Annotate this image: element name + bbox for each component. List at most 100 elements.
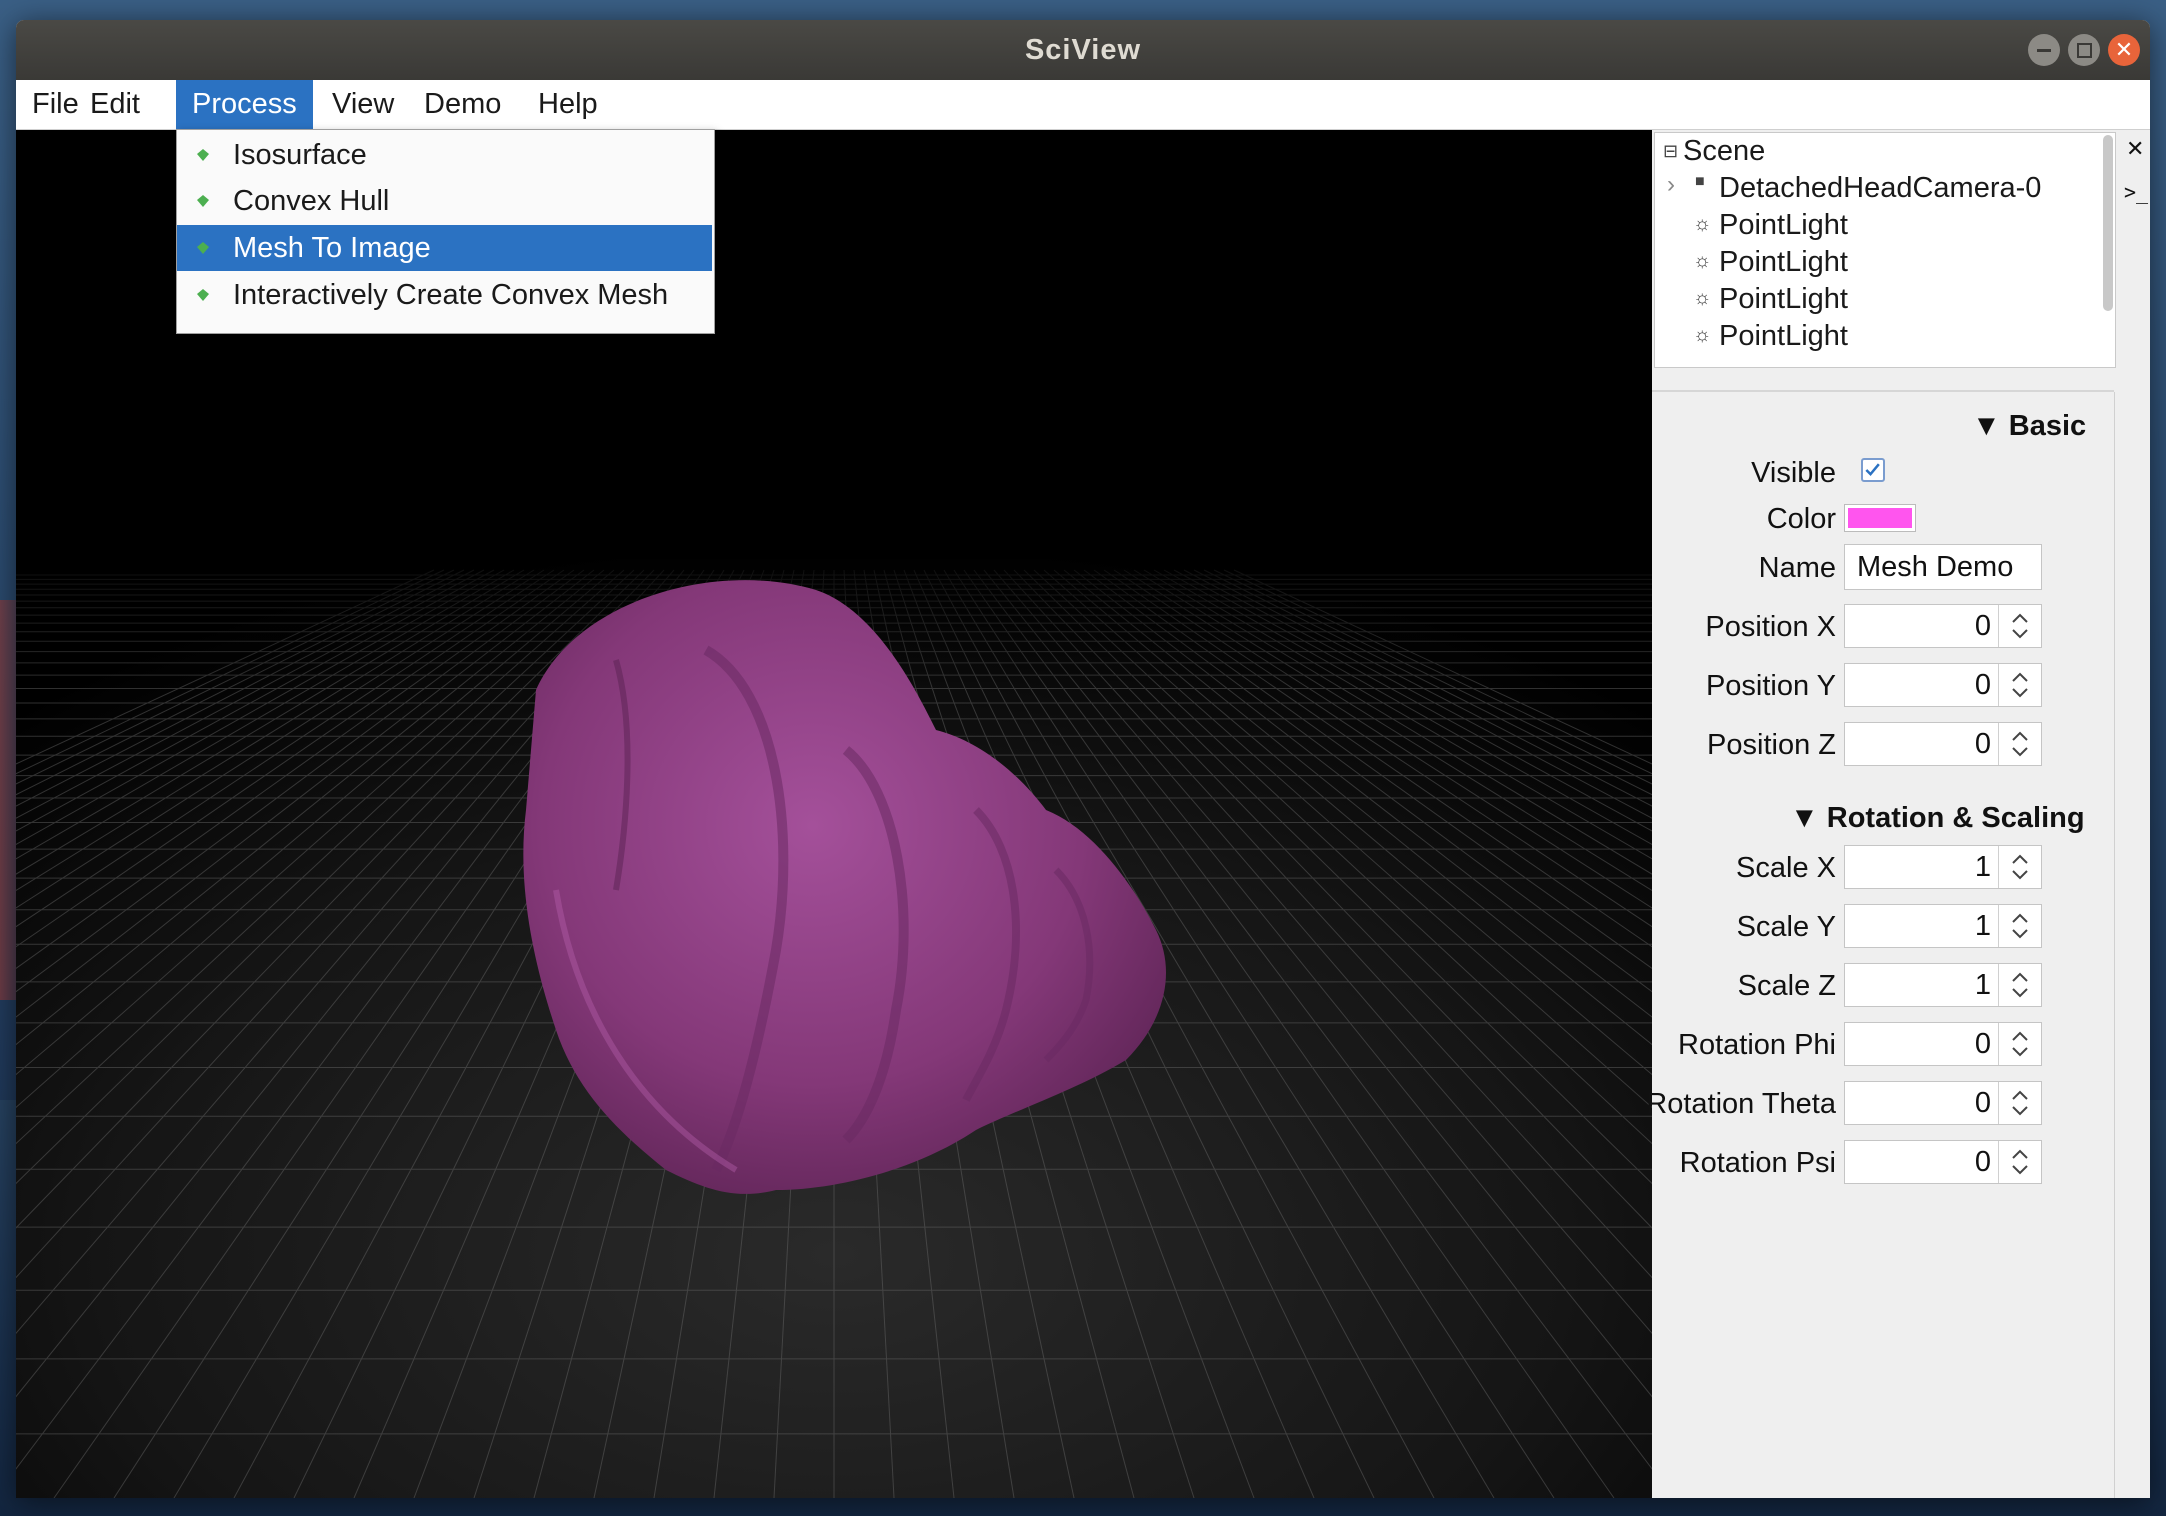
menu-help[interactable]: Help <box>522 80 622 129</box>
name-label: Name <box>1758 552 1836 584</box>
spinner-value: 0 <box>1974 610 1991 642</box>
collapse-icon[interactable]: ⊟ <box>1663 141 1678 162</box>
tree-item-pointlight[interactable]: PointLight <box>1719 283 1848 316</box>
title-bar[interactable]: SciView ✕ <box>16 20 2150 80</box>
position-x-spinner[interactable]: 0 <box>1844 604 2042 648</box>
close-button[interactable]: ✕ <box>2108 34 2140 66</box>
rotation-theta-spinner[interactable]: 0 <box>1844 1081 2042 1125</box>
menu-item-label: Convex Hull <box>233 185 390 217</box>
chevron-right-icon[interactable]: › <box>1667 171 1675 199</box>
spinner-value: 0 <box>1974 1087 1991 1119</box>
spinner-arrows-icon[interactable] <box>1998 905 2041 947</box>
light-icon: ☼ <box>1693 287 1712 309</box>
spinner-arrows-icon[interactable] <box>1998 1141 2041 1183</box>
position-z-label: Position Z <box>1707 729 1836 761</box>
scene-tree[interactable]: ⊟ Scene › ■ DetachedHeadCamera-0 ☼ Point… <box>1654 132 2116 368</box>
menu-item-isosurface[interactable]: Isosurface <box>177 132 712 178</box>
inspector-panel: ⊟ Scene › ■ DetachedHeadCamera-0 ☼ Point… <box>1646 130 2150 1498</box>
tree-item-camera[interactable]: DetachedHeadCamera-0 <box>1719 172 2041 205</box>
plugin-icon <box>197 195 209 207</box>
menu-process[interactable]: Process <box>176 80 313 129</box>
tree-scrollbar[interactable] <box>2103 135 2113 311</box>
spinner-value: 0 <box>1974 1028 1991 1060</box>
position-y-spinner[interactable]: 0 <box>1844 663 2042 707</box>
triangle-down-icon: ▼ <box>1972 410 2001 442</box>
spinner-value: 1 <box>1974 969 1991 1001</box>
check-icon <box>1865 463 1880 477</box>
scale-x-label: Scale X <box>1736 852 1836 884</box>
maximize-icon <box>2077 43 2092 58</box>
plugin-icon <box>197 289 209 301</box>
close-panel-icon[interactable]: ✕ <box>2126 136 2144 162</box>
position-z-spinner[interactable]: 0 <box>1844 722 2042 766</box>
properties-panel: ▼ Basic Visible Color Name Mesh Demo Pos… <box>1646 392 2115 1498</box>
menu-item-mesh-to-image[interactable]: Mesh To Image <box>177 225 712 271</box>
scene-render <box>16 515 1652 1498</box>
tree-item-pointlight[interactable]: PointLight <box>1719 320 1848 353</box>
spinner-value: 0 <box>1974 728 1991 760</box>
scale-y-spinner[interactable]: 1 <box>1844 904 2042 948</box>
tree-item-pointlight[interactable]: PointLight <box>1719 246 1848 279</box>
light-icon: ☼ <box>1693 324 1712 346</box>
color-label: Color <box>1766 503 1836 535</box>
color-swatch[interactable] <box>1844 504 1916 532</box>
tree-root-scene[interactable]: Scene <box>1683 135 1765 168</box>
scale-y-label: Scale Y <box>1736 911 1836 943</box>
scale-x-spinner[interactable]: 1 <box>1844 845 2042 889</box>
position-x-label: Position X <box>1705 611 1836 643</box>
maximize-button[interactable] <box>2068 34 2100 66</box>
close-icon: ✕ <box>2114 37 2134 62</box>
position-y-label: Position Y <box>1705 670 1836 702</box>
menu-item-label: Isosurface <box>233 139 367 171</box>
spinner-arrows-icon[interactable] <box>1998 964 2041 1006</box>
console-icon[interactable]: >_ <box>2124 180 2148 204</box>
section-basic[interactable]: ▼ Basic <box>1972 410 2086 443</box>
menu-edit[interactable]: Edit <box>74 80 170 129</box>
app-window: SciView ✕ File Edit Process View Demo He… <box>16 20 2150 1498</box>
tree-item-pointlight[interactable]: PointLight <box>1719 209 1848 242</box>
spinner-arrows-icon[interactable] <box>1998 1023 2041 1065</box>
rotation-psi-spinner[interactable]: 0 <box>1844 1140 2042 1184</box>
menu-demo[interactable]: Demo <box>408 80 522 129</box>
section-title: Basic <box>2008 410 2087 442</box>
rotation-phi-spinner[interactable]: 0 <box>1844 1022 2042 1066</box>
minimize-button[interactable] <box>2028 34 2060 66</box>
plugin-icon <box>197 149 209 161</box>
rotation-phi-label: Rotation Phi <box>1678 1029 1836 1061</box>
menu-view[interactable]: View <box>316 80 410 129</box>
spinner-value: 1 <box>1974 851 1991 883</box>
spinner-value: 1 <box>1974 910 1991 942</box>
section-title: Rotation & Scaling <box>1826 802 2085 834</box>
name-field[interactable]: Mesh Demo <box>1844 544 2042 590</box>
rotation-psi-label: Rotation Psi <box>1679 1147 1836 1179</box>
light-icon: ☼ <box>1693 250 1712 272</box>
menu-item-label: Interactively Create Convex Mesh <box>233 279 669 311</box>
menu-file[interactable]: File <box>16 80 79 129</box>
spinner-arrows-icon[interactable] <box>1998 723 2041 765</box>
side-toolbar: ✕ >_ <box>2122 132 2150 232</box>
triangle-down-icon: ▼ <box>1790 802 1819 834</box>
minimize-icon <box>2037 49 2051 52</box>
spinner-arrows-icon[interactable] <box>1998 605 2041 647</box>
spinner-arrows-icon[interactable] <box>1998 1082 2041 1124</box>
scale-z-spinner[interactable]: 1 <box>1844 963 2042 1007</box>
light-icon: ☼ <box>1693 213 1712 235</box>
plugin-icon <box>197 242 209 254</box>
rotation-theta-label: Rotation Theta <box>1646 1088 1836 1120</box>
section-rotation-scaling[interactable]: ▼ Rotation & Scaling <box>1790 802 2085 835</box>
menu-item-convex-hull[interactable]: Convex Hull <box>177 178 712 224</box>
camera-icon: ■ <box>1695 173 1705 190</box>
spinner-value: 0 <box>1974 669 1991 701</box>
menu-item-interactive-convex-mesh[interactable]: Interactively Create Convex Mesh <box>177 272 712 318</box>
menu-item-label: Mesh To Image <box>233 232 431 264</box>
spinner-value: 0 <box>1974 1146 1991 1178</box>
render-viewport[interactable] <box>16 130 1652 1498</box>
visible-checkbox[interactable] <box>1861 458 1885 482</box>
process-menu-dropdown: Isosurface Convex Hull Mesh To Image Int… <box>176 129 715 334</box>
menu-bar: File Edit Process View Demo Help <box>16 80 2150 130</box>
spinner-arrows-icon[interactable] <box>1998 846 2041 888</box>
spinner-arrows-icon[interactable] <box>1998 664 2041 706</box>
visible-label: Visible <box>1751 457 1836 489</box>
window-title: SciView <box>1024 34 1142 66</box>
scale-z-label: Scale Z <box>1737 970 1836 1002</box>
